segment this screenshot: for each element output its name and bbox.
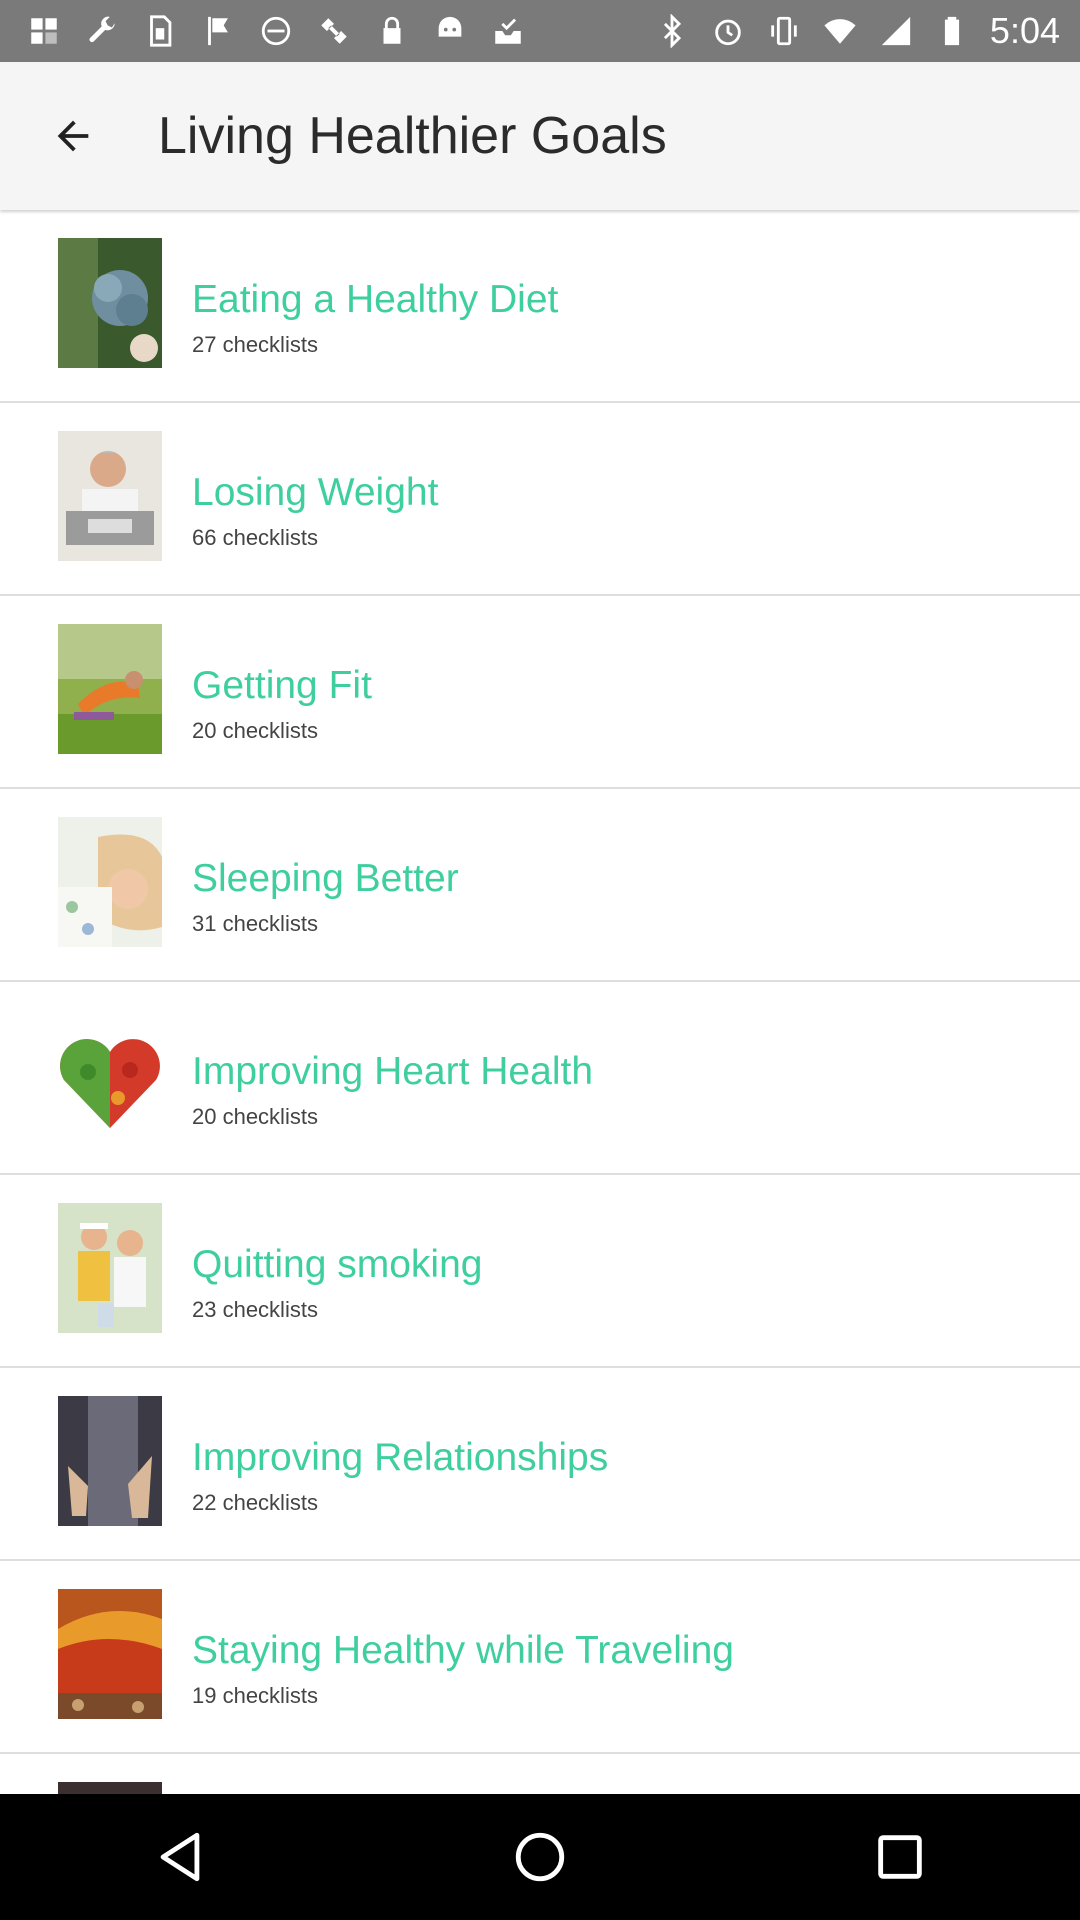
lock-icon [374, 13, 410, 49]
spices-thumbnail [58, 1589, 162, 1719]
list-item-improving-relationships[interactable]: Improving Relationships 22 checklists [0, 1368, 1080, 1561]
status-time: 5:04 [989, 10, 1060, 51]
list-item-sleeping-better[interactable]: Sleeping Better 31 checklists [0, 789, 1080, 982]
goal-count: 20 checklists [192, 718, 318, 743]
goal-list[interactable]: Eating a Healthy Diet 27 checklists Losi… [0, 210, 1080, 1794]
goal-count: 31 checklists [192, 911, 318, 936]
veggie-heart-thumbnail [58, 1010, 162, 1140]
status-left-icons [0, 13, 526, 49]
goal-count: 27 checklists [192, 332, 318, 357]
list-item-partial[interactable] [0, 1754, 1080, 1794]
flag-icon [200, 13, 236, 49]
vibrate-icon [766, 13, 802, 49]
list-item-staying-healthy-traveling[interactable]: Staying Healthy while Traveling 19 check… [0, 1561, 1080, 1754]
nav-recents-icon [878, 1835, 922, 1879]
goal-title: Quitting smoking [192, 1243, 483, 1286]
blocked-icon [258, 13, 294, 49]
list-item-getting-fit[interactable]: Getting Fit 20 checklists [0, 596, 1080, 789]
page-title: Living Healthier Goals [158, 107, 667, 165]
satellite-icon [316, 13, 352, 49]
back-button[interactable] [38, 106, 108, 166]
goal-title: Losing Weight [192, 471, 439, 514]
friends-thumbnail [58, 1203, 162, 1333]
goal-count: 19 checklists [192, 1683, 318, 1708]
back-arrow-icon [57, 120, 89, 152]
status-bar: 5:04 [0, 0, 1080, 62]
battery-icon [934, 13, 970, 49]
partial-thumbnail [58, 1782, 162, 1794]
goal-count: 66 checklists [192, 525, 318, 550]
signal-icon [878, 13, 914, 49]
bluetooth-icon [654, 13, 690, 49]
goal-title: Sleeping Better [192, 857, 459, 900]
goal-title: Eating a Healthy Diet [192, 278, 559, 321]
goal-title: Getting Fit [192, 664, 372, 707]
status-right-icons: 5:04 [654, 10, 1080, 52]
list-item-quitting-smoking[interactable]: Quitting smoking 23 checklists [0, 1175, 1080, 1368]
kale-thumbnail [58, 238, 162, 368]
list-item-losing-weight[interactable]: Losing Weight 66 checklists [0, 403, 1080, 596]
goal-count: 22 checklists [192, 1490, 318, 1515]
sleeping-thumbnail [58, 817, 162, 947]
sim-icon [142, 13, 178, 49]
list-item-eating-healthy-diet[interactable]: Eating a Healthy Diet 27 checklists [0, 210, 1080, 403]
android-icon [432, 13, 468, 49]
goal-title: Staying Healthy while Traveling [192, 1629, 734, 1672]
hands-thumbnail [58, 1396, 162, 1526]
goal-count: 20 checklists [192, 1104, 318, 1129]
nav-back-button[interactable] [135, 1812, 225, 1902]
inbox-check-icon [490, 13, 526, 49]
list-item-improving-heart-health[interactable]: Improving Heart Health 20 checklists [0, 982, 1080, 1175]
goal-title: Improving Relationships [192, 1436, 609, 1479]
goal-title: Improving Heart Health [192, 1050, 594, 1093]
nav-home-icon [515, 1832, 565, 1882]
wifi-icon [822, 13, 858, 49]
nav-home-button[interactable] [495, 1812, 585, 1902]
app-bar: Living Healthier Goals [0, 62, 1080, 210]
wrench-icon [84, 13, 120, 49]
notification-icon [26, 13, 62, 49]
yoga-thumbnail [58, 624, 162, 754]
nav-back-icon [160, 1832, 200, 1882]
scale-man-thumbnail [58, 431, 162, 561]
alarm-icon [710, 13, 746, 49]
nav-recents-button[interactable] [855, 1812, 945, 1902]
system-nav-bar [0, 1794, 1080, 1920]
goal-count: 23 checklists [192, 1297, 318, 1322]
